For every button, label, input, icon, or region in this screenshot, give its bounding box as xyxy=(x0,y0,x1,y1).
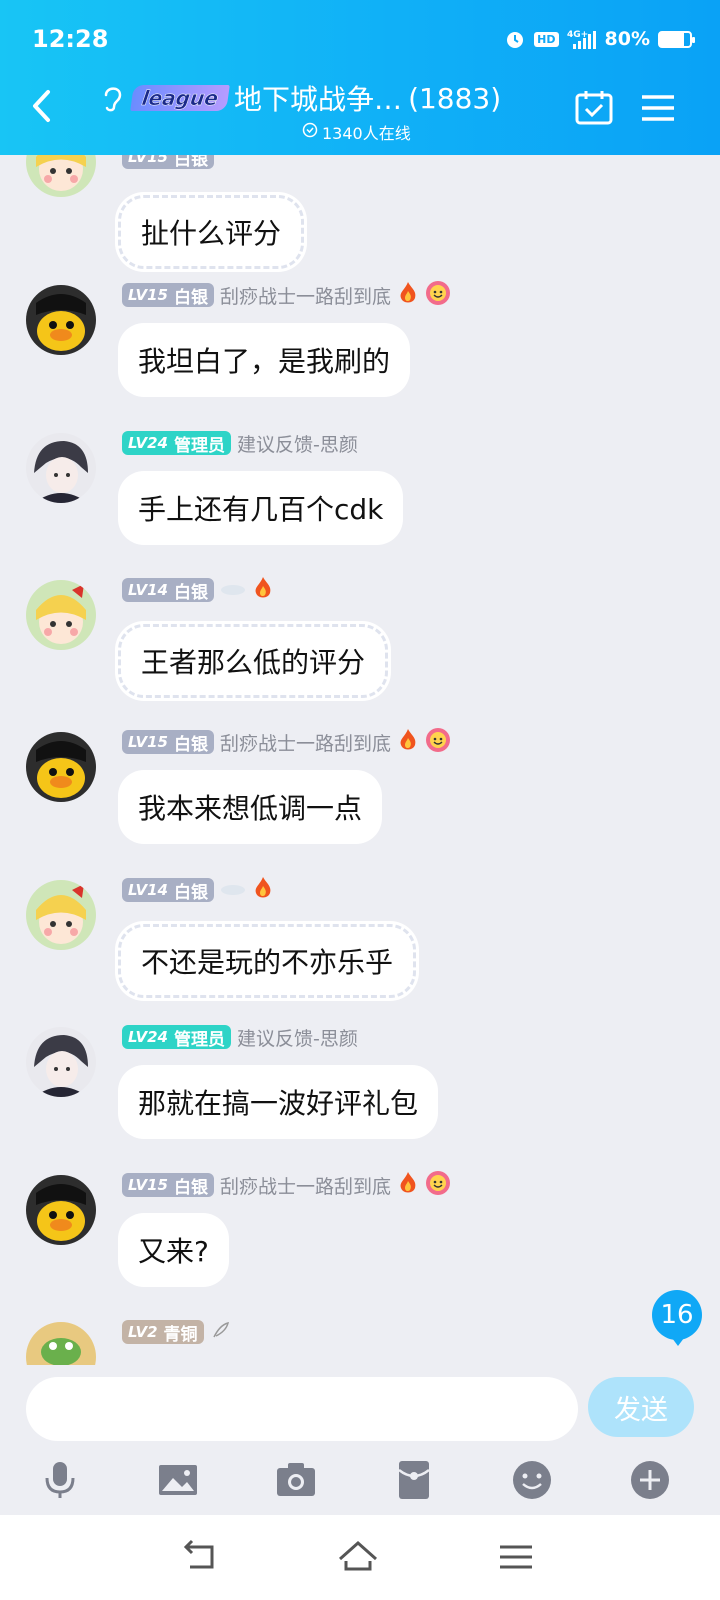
emoji-icon[interactable] xyxy=(510,1458,554,1502)
status-bar: 12:28 HD 4G+ 80% xyxy=(32,22,695,56)
level-badge: LV2 青铜 xyxy=(122,1320,204,1345)
user-title: 刮痧战士一路刮到底 xyxy=(219,732,391,755)
battery-percent: 80% xyxy=(604,28,650,50)
group-logo: league xyxy=(130,85,230,111)
checkin-button[interactable] xyxy=(574,88,614,128)
message-bubble[interactable]: 手上还有几百个cdk xyxy=(118,471,404,545)
clock: 12:28 xyxy=(32,25,109,53)
user-title: 刮痧战士一路刮到底 xyxy=(219,1175,391,1198)
level-badge: LV15 白银 xyxy=(122,730,214,755)
level-badge: LV15 白银 xyxy=(122,155,214,170)
member-count: (1883) xyxy=(408,81,502,115)
level-badge: LV14 白银 xyxy=(122,878,214,903)
back-button[interactable] xyxy=(26,86,60,126)
feather-icon xyxy=(210,1319,232,1345)
message-item: LV15 白银 刮痧战士一路刮到底 我坦白了，是我刷的 xyxy=(0,280,720,413)
level-badge: LV14 白银 xyxy=(122,578,214,603)
avatar[interactable] xyxy=(26,580,96,650)
menu-button[interactable] xyxy=(638,88,678,128)
message-item: LV24 管理员 建议反馈-思颜 那就在搞一波好评礼包 xyxy=(0,1025,720,1155)
avatar[interactable] xyxy=(26,1175,96,1245)
avatar[interactable] xyxy=(26,880,96,950)
admin-badge: LV24 管理员 xyxy=(122,1025,231,1050)
red-packet-icon[interactable] xyxy=(392,1458,436,1502)
menu-nav-icon[interactable] xyxy=(494,1537,538,1577)
message-bubble[interactable]: 又来? xyxy=(118,1213,229,1287)
chat-toolbar xyxy=(0,1440,720,1512)
chat-header: 12:28 HD 4G+ 80% league 地下城战争… (1883) 13… xyxy=(0,0,720,155)
smile-badge-icon xyxy=(425,280,451,310)
unread-count-badge[interactable]: 16 xyxy=(652,1290,702,1346)
group-name: 地下城战争… xyxy=(234,83,403,116)
message-input[interactable] xyxy=(26,1377,578,1441)
message-item: LV14 白银 不还是玩的不亦乐乎 xyxy=(0,876,720,1038)
fire-icon xyxy=(252,576,274,604)
cloud-icon xyxy=(220,580,246,600)
message-bubble[interactable]: 不还是玩的不亦乐乎 xyxy=(118,924,417,998)
level-badge: LV15 白银 xyxy=(122,283,214,308)
message-item: LV15 白银 扯什么评分 xyxy=(0,155,720,275)
alarm-icon xyxy=(504,28,526,50)
camera-icon[interactable] xyxy=(274,1458,318,1502)
fire-icon xyxy=(397,281,419,309)
avatar[interactable] xyxy=(26,433,96,503)
image-icon[interactable] xyxy=(156,1458,200,1502)
online-icon xyxy=(302,122,318,142)
ear-icon xyxy=(100,83,126,113)
avatar[interactable] xyxy=(26,155,96,197)
plus-icon[interactable] xyxy=(628,1458,672,1502)
message-item: LV15 白银 刮痧战士一路刮到底 我本来想低调一点 xyxy=(0,727,720,860)
battery-icon xyxy=(658,30,695,48)
message-bubble[interactable]: 王者那么低的评分 xyxy=(118,624,389,698)
send-button[interactable]: 发送 xyxy=(588,1377,694,1437)
back-nav-icon[interactable] xyxy=(178,1537,222,1577)
user-title: 刮痧战士一路刮到底 xyxy=(219,285,391,308)
input-bar: 发送 xyxy=(0,1365,720,1441)
message-item: LV15 白银 刮痧战士一路刮到底 又来? xyxy=(0,1170,720,1303)
message-bubble[interactable]: 那就在搞一波好评礼包 xyxy=(118,1065,439,1139)
smile-badge-icon xyxy=(425,1170,451,1200)
system-nav-bar xyxy=(0,1515,720,1600)
avatar[interactable] xyxy=(26,732,96,802)
fire-icon xyxy=(397,1171,419,1199)
fire-icon xyxy=(252,876,274,904)
cloud-icon xyxy=(220,880,246,900)
message-list[interactable]: LV15 白银 扯什么评分 LV15 白银 刮痧战士一路刮到底 我坦白了，是我刷的 … xyxy=(0,155,720,1365)
user-title: 建议反馈-思颜 xyxy=(236,1027,358,1050)
admin-badge: LV24 管理员 xyxy=(122,431,231,456)
level-badge: LV15 白银 xyxy=(122,1173,214,1198)
avatar[interactable] xyxy=(26,285,96,355)
message-bubble[interactable]: 我本来想低调一点 xyxy=(118,770,383,844)
message-bubble[interactable]: 我坦白了，是我刷的 xyxy=(118,323,411,397)
online-status: 1340人在线 xyxy=(302,120,411,144)
hd-badge: HD xyxy=(534,31,559,47)
message-item: LV24 管理员 建议反馈-思颜 手上还有几百个cdk xyxy=(0,431,720,561)
signal-icon: 4G+ xyxy=(567,28,597,50)
avatar[interactable] xyxy=(26,1322,96,1365)
avatar[interactable] xyxy=(26,1027,96,1097)
fire-icon xyxy=(397,728,419,756)
group-title[interactable]: league 地下城战争… (1883) xyxy=(100,78,501,118)
message-bubble[interactable]: 扯什么评分 xyxy=(118,195,305,269)
microphone-icon[interactable] xyxy=(38,1458,82,1502)
smile-badge-icon xyxy=(425,727,451,757)
home-nav-icon[interactable] xyxy=(336,1537,380,1577)
online-count: 1340人在线 xyxy=(322,124,411,143)
message-item: LV14 白银 王者那么低的评分 xyxy=(0,576,720,738)
message-item: LV2 青铜 xyxy=(0,1320,720,1365)
user-title: 建议反馈-思颜 xyxy=(236,433,358,456)
